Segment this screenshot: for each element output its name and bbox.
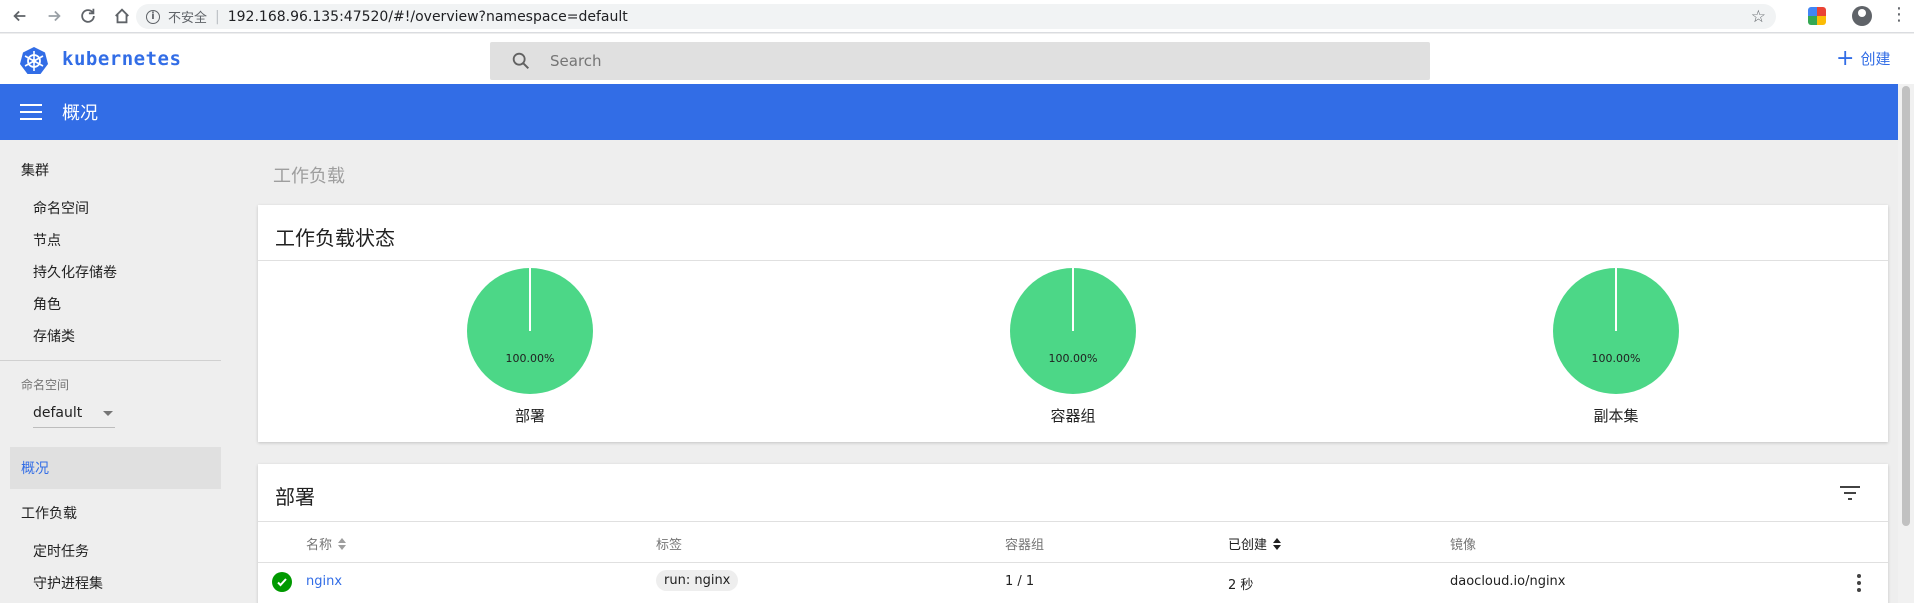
card-divider [258, 521, 1888, 522]
deployment-name-link[interactable]: nginx [306, 574, 342, 589]
pie-name-replicasets: 副本集 [1593, 407, 1639, 425]
app-header: kubernetes + 创建 [0, 34, 1914, 84]
create-button[interactable]: + 创建 [1836, 45, 1891, 71]
sidebar-item-nodes[interactable]: 节点 [33, 230, 61, 250]
pie-chart-replicasets: 100.00% [1553, 268, 1679, 394]
search-bar[interactable] [490, 42, 1430, 80]
menu-hamburger-icon[interactable] [20, 104, 42, 120]
profile-avatar-icon[interactable] [1852, 6, 1872, 26]
sidebar-item-overview[interactable]: 概况 [10, 447, 221, 489]
address-separator: | [215, 8, 220, 25]
column-header-pods: 容器组 [1005, 538, 1045, 553]
bookmark-star-icon[interactable]: ☆ [1751, 7, 1766, 27]
image-name: daocloud.io/nginx [1450, 574, 1566, 589]
pods-count: 1 / 1 [1005, 574, 1035, 589]
kubernetes-logo-icon[interactable] [19, 46, 49, 76]
pie-chart-pods: 100.00% [1010, 268, 1136, 394]
workload-status-card: 工作负载状态 100.00% 部署 100.00% 容器组 100.00% 副本… [258, 205, 1888, 442]
url-text[interactable]: 192.168.96.135:47520/#!/overview?namespa… [228, 9, 628, 25]
namespace-label: 命名空间 [21, 378, 70, 392]
reload-icon[interactable] [74, 2, 102, 30]
insecure-label: 不安全 [168, 11, 208, 26]
sort-icon[interactable] [1273, 537, 1282, 550]
brand-name[interactable]: kubernetes [62, 48, 181, 70]
sidebar-item-namespaces[interactable]: 命名空间 [33, 198, 89, 218]
search-icon [512, 52, 530, 70]
browser-bar: i 不安全 | 192.168.96.135:47520/#!/overview… [0, 0, 1914, 33]
search-input[interactable] [550, 52, 1350, 70]
scrollbar-thumb[interactable] [1902, 86, 1910, 526]
pie-percent-deployments: 100.00% [506, 352, 555, 365]
namespace-select[interactable]: default [33, 398, 115, 428]
deployments-card-title: 部署 [275, 485, 315, 509]
card-divider [258, 260, 1888, 261]
extension-icon[interactable] [1808, 7, 1826, 25]
column-header-labels: 标签 [656, 538, 683, 553]
create-label: 创建 [1860, 50, 1891, 68]
pie-name-pods: 容器组 [1050, 407, 1096, 425]
sidebar: 集群 命名空间 节点 持久化存储卷 角色 存储类 命名空间 default 概况… [0, 140, 230, 603]
row-divider [258, 562, 1888, 563]
home-icon[interactable] [108, 2, 136, 30]
sidebar-item-cronjobs[interactable]: 定时任务 [33, 541, 89, 561]
column-header-name[interactable]: 名称 [306, 534, 347, 553]
address-bar[interactable]: i 不安全 | 192.168.96.135:47520/#!/overview… [136, 4, 1776, 29]
sidebar-item-daemonsets[interactable]: 守护进程集 [33, 573, 103, 593]
more-vert-icon[interactable] [1856, 574, 1862, 592]
created-age: 2 秒 [1228, 578, 1254, 593]
page-title: 概况 [62, 103, 98, 124]
sidebar-divider [0, 360, 221, 361]
sidebar-section-cluster[interactable]: 集群 [21, 160, 49, 180]
sidebar-section-workloads[interactable]: 工作负载 [21, 503, 77, 523]
forward-arrow-icon[interactable] [40, 2, 68, 30]
sidebar-item-roles[interactable]: 角色 [33, 294, 61, 314]
chevron-down-icon [103, 411, 113, 416]
column-header-created[interactable]: 已创建 [1228, 534, 1282, 553]
back-arrow-icon[interactable] [6, 2, 34, 30]
sort-icon[interactable] [338, 537, 347, 550]
browser-menu-icon[interactable]: ⋮ [1890, 5, 1908, 25]
pie-percent-pods: 100.00% [1049, 352, 1098, 365]
page-scrollbar[interactable] [1898, 84, 1914, 603]
column-header-images: 镜像 [1450, 538, 1477, 553]
sidebar-item-storage-classes[interactable]: 存储类 [33, 326, 75, 346]
plus-icon: + [1836, 45, 1855, 71]
label-chip: run: nginx [656, 570, 739, 591]
filter-icon[interactable] [1840, 486, 1860, 500]
deployments-card: 部署 名称 标签 容器组 已创建 镜像 nginx run: nginx 1 /… [258, 464, 1888, 603]
section-heading: 工作负载 [273, 166, 345, 187]
pie-chart-deployments: 100.00% [467, 268, 593, 394]
sidebar-item-persistent-volumes[interactable]: 持久化存储卷 [33, 262, 117, 282]
check-circle-icon [272, 572, 292, 592]
namespace-value: default [33, 404, 83, 421]
page-toolbar: 概况 [0, 84, 1914, 140]
status-card-title: 工作负载状态 [275, 226, 395, 250]
info-icon[interactable]: i [146, 9, 160, 24]
pie-name-deployments: 部署 [514, 407, 545, 425]
pie-percent-replicasets: 100.00% [1592, 352, 1641, 365]
